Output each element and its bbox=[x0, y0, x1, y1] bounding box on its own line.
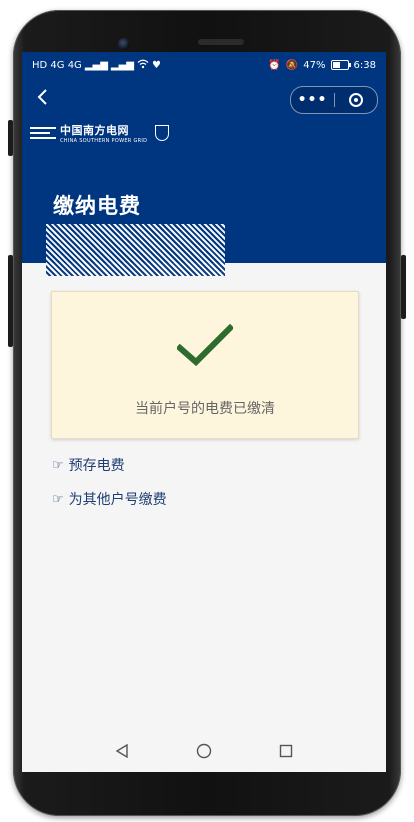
power-button[interactable] bbox=[401, 255, 406, 319]
redacted-account-info bbox=[46, 224, 225, 276]
csg-logo-mark-icon bbox=[30, 125, 56, 141]
close-mini-program-button[interactable] bbox=[335, 93, 377, 107]
pay-other-account-link[interactable]: ☞ 为其他户号缴费 bbox=[52, 489, 167, 509]
signal-icon-2: ▂▄▆ bbox=[110, 59, 134, 71]
paid-status-message: 当前户号的电费已缴清 bbox=[135, 401, 275, 417]
nav-back-button[interactable] bbox=[115, 743, 129, 762]
circle-home-icon bbox=[196, 743, 212, 758]
volume-down-button[interactable] bbox=[8, 255, 13, 347]
status-bar: HD 4G 4G ▂▄▆ ▂▄▆ ♥ ⏰ 🔕 47% 6:38 bbox=[22, 52, 386, 78]
back-button[interactable] bbox=[36, 88, 48, 109]
volume-up-button[interactable] bbox=[8, 120, 13, 156]
logo-text: 中国南方电网 CHINA SOUTHERN POWER GRID bbox=[60, 122, 147, 144]
heart-icon: ♥ bbox=[151, 59, 161, 71]
more-menu-button[interactable]: ••• bbox=[291, 92, 334, 108]
pointing-hand-icon: ☞ bbox=[52, 491, 64, 507]
screen: HD 4G 4G ▂▄▆ ▂▄▆ ♥ ⏰ 🔕 47% 6:38 ••• 中国南方… bbox=[22, 52, 386, 772]
battery-percent: 47% bbox=[303, 59, 326, 71]
square-recents-icon bbox=[279, 744, 292, 758]
signal-icon: ▂▄▆ bbox=[84, 59, 108, 71]
battery-icon bbox=[330, 60, 351, 70]
nav-recents-button[interactable] bbox=[279, 743, 293, 762]
page-header: ••• 中国南方电网 CHINA SOUTHERN POWER GRID 缴纳电… bbox=[22, 78, 386, 276]
pay-other-account-label: 为其他户号缴费 bbox=[68, 492, 167, 508]
payment-status-card: 当前户号的电费已缴清 bbox=[51, 291, 359, 439]
prepay-link-label: 预存电费 bbox=[68, 458, 125, 474]
status-right: ⏰ 🔕 47% 6:38 bbox=[268, 60, 376, 71]
pointing-hand-icon: ☞ bbox=[52, 457, 64, 473]
logo-chinese-name: 中国南方电网 bbox=[60, 124, 129, 137]
logo-english-name: CHINA SOUTHERN POWER GRID bbox=[60, 138, 148, 144]
network-indicators: HD 4G 4G bbox=[32, 59, 82, 71]
earpiece-speaker bbox=[198, 39, 244, 45]
front-camera bbox=[118, 38, 130, 50]
clock: 6:38 bbox=[353, 59, 376, 71]
status-left: HD 4G 4G ▂▄▆ ▂▄▆ ♥ bbox=[32, 59, 161, 72]
nav-home-button[interactable] bbox=[196, 743, 212, 763]
prepay-link[interactable]: ☞ 预存电费 bbox=[52, 455, 125, 475]
mini-program-capsule: ••• bbox=[290, 86, 378, 114]
chevron-left-icon bbox=[37, 89, 47, 105]
alarm-icon: ⏰ bbox=[268, 59, 281, 71]
brand-logo: 中国南方电网 CHINA SOUTHERN POWER GRID bbox=[30, 122, 170, 144]
android-nav-bar bbox=[22, 733, 386, 772]
shield-icon bbox=[155, 125, 170, 141]
wifi-icon bbox=[137, 59, 149, 72]
target-icon bbox=[349, 93, 363, 107]
checkmark-icon bbox=[177, 324, 233, 367]
triangle-back-icon bbox=[115, 743, 129, 759]
mute-icon: 🔕 bbox=[285, 59, 299, 71]
page-title: 缴纳电费 bbox=[53, 194, 141, 218]
